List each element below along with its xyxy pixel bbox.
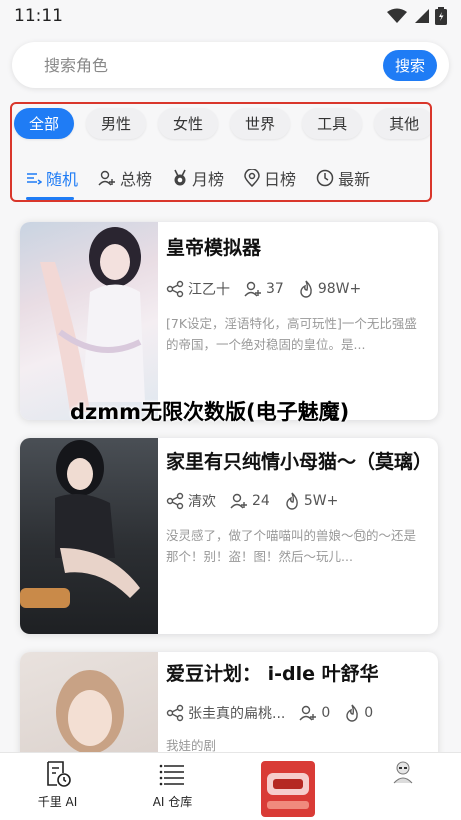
shuffle-list-icon	[27, 173, 42, 185]
card-description: 没灵感了，做了个喵喵叫的兽娘～包⃝的～还是那个！别！盗！图！然后～玩儿...	[166, 528, 417, 564]
category-chips: 全部 男性 女性 世界 工具 其他	[14, 108, 430, 139]
card-body: 皇帝模拟器 江乙十 37 98W+ [7K设定，淫语特化，高可玩性]一个无比强盛…	[166, 234, 428, 355]
author-name: 张圭真的扁桃...	[188, 706, 286, 722]
character-illustration	[40, 227, 145, 412]
tab-daily[interactable]: 日榜	[244, 166, 296, 190]
category-chip-male[interactable]: 男性	[86, 108, 147, 139]
filter-panel: 全部 男性 女性 世界 工具 其他 随机 总榜 月榜 日榜 最新	[10, 102, 432, 202]
avatar-icon	[393, 761, 412, 784]
tab-total[interactable]: 总榜	[98, 166, 152, 190]
flame-icon	[300, 280, 312, 298]
flame-icon	[286, 492, 298, 510]
user-plus-icon	[244, 281, 261, 297]
share-icon	[166, 492, 184, 510]
battery-icon	[435, 7, 447, 25]
tab-monthly-label: 月榜	[192, 170, 225, 189]
tab-daily-label: 日榜	[264, 170, 297, 189]
wifi-icon	[387, 8, 407, 23]
card-users: 37	[244, 281, 284, 297]
user-plus-icon	[98, 170, 116, 186]
tab-monthly[interactable]: 月榜	[172, 166, 224, 190]
bottom-nav: 千里 AI AI 仓库	[0, 752, 461, 820]
tab-random[interactable]: 随机	[26, 166, 79, 200]
card-meta: 张圭真的扁桃... 0 0	[166, 703, 428, 723]
nav-label: AI 仓库	[152, 795, 193, 809]
card-users: 0	[299, 705, 330, 721]
card-heat: 5W+	[284, 492, 338, 510]
sort-tabs: 随机 总榜 月榜 日榜 最新	[26, 166, 370, 200]
heat-count: 5W+	[303, 493, 339, 509]
card-heat: 98W+	[298, 280, 361, 298]
card-title: 爱豆计划： i-dle 叶舒华	[166, 663, 379, 685]
user-plus-icon	[299, 705, 317, 721]
category-chip-tools[interactable]: 工具	[302, 108, 363, 139]
user-count: 37	[266, 281, 284, 297]
share-icon	[166, 704, 184, 722]
nav-profile[interactable]	[345, 753, 460, 820]
app-logo-icon	[260, 761, 315, 817]
character-image	[20, 438, 158, 634]
search-input[interactable]	[44, 55, 344, 75]
category-chip-female[interactable]: 女性	[158, 108, 219, 139]
search-button[interactable]: 搜索	[382, 49, 437, 81]
card-description: [7K设定，淫语特化，高可玩性]一个无比强盛的帝国，一个绝对稳固的皇位。是...	[166, 316, 417, 352]
location-pin-icon	[244, 169, 260, 187]
document-clock-icon	[46, 761, 71, 787]
author-name: 清欢	[188, 494, 216, 510]
character-card[interactable]: 皇帝模拟器 江乙十 37 98W+ [7K设定，淫语特化，高可玩性]一个无比强盛…	[20, 222, 438, 420]
signal-icon	[415, 9, 429, 23]
card-author[interactable]: 清欢	[166, 491, 216, 511]
nav-label: 千里 AI	[37, 795, 78, 809]
character-image	[20, 222, 158, 420]
medal-icon	[174, 169, 186, 186]
card-body: 家里有只纯情小母猫～（莫璃） 清欢 24 5W+ 没灵感了，做了个喵喵叫的兽娘～…	[166, 448, 433, 567]
heat-count: 0	[364, 705, 374, 721]
user-count: 24	[252, 493, 270, 509]
card-title: 家里有只纯情小母猫～（莫璃）	[166, 451, 433, 473]
category-chip-all[interactable]: 全部	[14, 108, 75, 139]
character-card[interactable]: 家里有只纯情小母猫～（莫璃） 清欢 24 5W+ 没灵感了，做了个喵喵叫的兽娘～…	[20, 438, 438, 634]
nav-ai-warehouse[interactable]: AI 仓库	[115, 753, 230, 820]
status-bar: 11:11	[0, 0, 461, 32]
flame-icon	[346, 704, 359, 722]
category-chip-other[interactable]: 其他	[374, 108, 430, 139]
user-count: 0	[321, 705, 331, 721]
share-icon	[166, 280, 184, 298]
character-illustration	[20, 440, 140, 608]
user-plus-icon	[230, 493, 247, 509]
list-icon	[159, 764, 184, 786]
search-bar: 搜索	[12, 42, 449, 88]
nav-center-app[interactable]	[230, 753, 345, 820]
category-chip-world[interactable]: 世界	[230, 108, 291, 139]
watermark-text: dzmm无限次数版(电子魅魔)	[70, 400, 350, 424]
status-time: 11:11	[14, 6, 63, 26]
tab-total-label: 总榜	[120, 170, 153, 189]
nav-qianli-ai[interactable]: 千里 AI	[0, 753, 115, 820]
card-meta: 清欢 24 5W+	[166, 491, 428, 511]
author-name: 江乙十	[188, 282, 230, 298]
card-author[interactable]: 张圭真的扁桃...	[166, 703, 285, 723]
card-users: 24	[230, 493, 270, 509]
card-author[interactable]: 江乙十	[166, 279, 230, 299]
clock-icon	[316, 169, 334, 187]
tab-random-label: 随机	[46, 170, 79, 189]
tab-newest[interactable]: 最新	[316, 166, 370, 190]
card-meta: 江乙十 37 98W+	[166, 279, 428, 299]
card-title: 皇帝模拟器	[166, 237, 262, 259]
tab-newest-label: 最新	[338, 170, 371, 189]
heat-count: 98W+	[317, 281, 362, 297]
status-icons	[387, 7, 447, 25]
card-heat: 0	[344, 704, 373, 722]
